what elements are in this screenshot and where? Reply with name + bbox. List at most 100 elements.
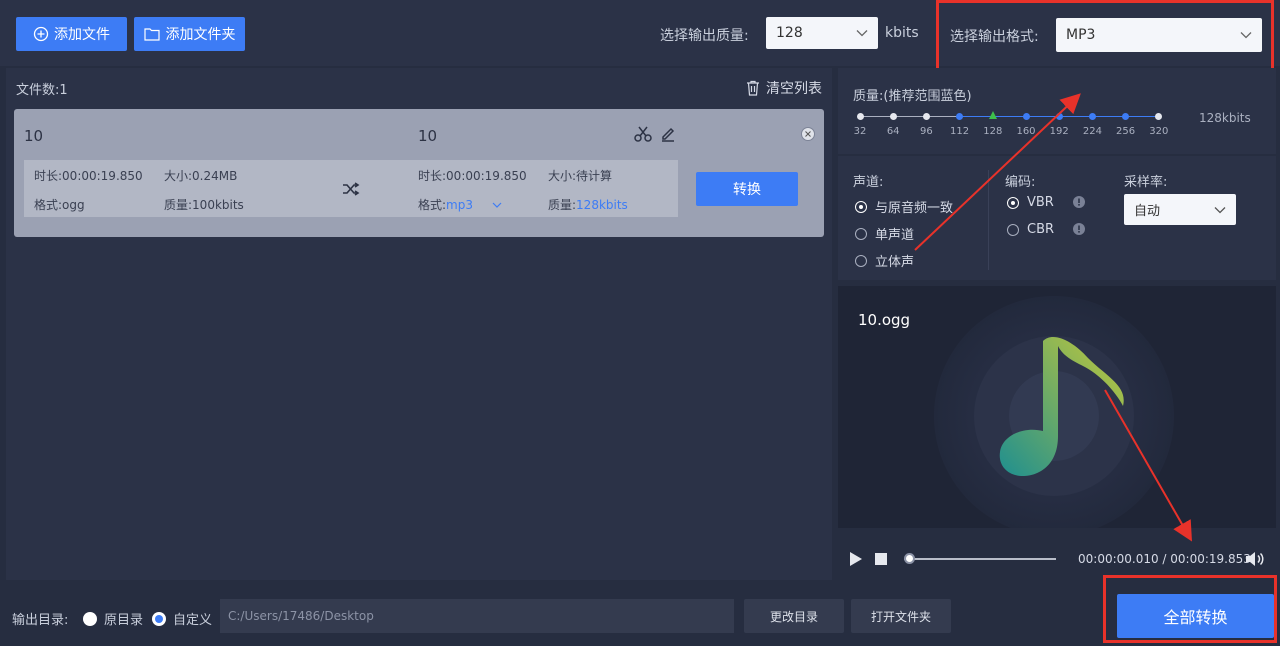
channel-title: 声道: — [853, 175, 884, 190]
convert-button[interactable]: 转换 — [696, 172, 798, 206]
slider-stop[interactable] — [1088, 112, 1096, 120]
output-path-field[interactable]: C:/Users/17486/Desktop — [220, 599, 734, 633]
quality-unit: kbits — [885, 25, 919, 41]
samplerate-select[interactable]: 自动 — [1124, 194, 1236, 225]
slider-stop[interactable] — [856, 112, 864, 120]
quality-label: 选择输出质量: — [660, 28, 749, 44]
output-option-custom[interactable]: 自定义 — [152, 609, 212, 628]
preview-filename: 10.ogg — [858, 311, 911, 329]
slider-tick-label: 96 — [920, 126, 933, 137]
encoding-option-cbr[interactable]: CBR — [1007, 222, 1054, 237]
remove-item-button[interactable] — [801, 127, 815, 141]
slider-tick-label: 320 — [1149, 126, 1169, 137]
volume-icon[interactable] — [1245, 551, 1265, 567]
quality-select-value: 128 — [776, 25, 803, 41]
radio-button-selected — [152, 611, 166, 626]
seekbar-track — [904, 558, 1056, 560]
slider-tick-label: 224 — [1082, 126, 1102, 137]
output-filename: 10 — [418, 127, 438, 145]
radio-button — [855, 200, 867, 213]
source-size: 大小:0.24MB — [164, 169, 238, 183]
slider-tick-label: 128 — [983, 126, 1003, 137]
source-duration: 时长:00:00:19.850 — [34, 169, 143, 183]
channel-option-label: 立体声 — [875, 255, 915, 270]
source-quality: 质量:100kbits — [164, 198, 244, 212]
add-file-button[interactable]: 添加文件 — [16, 17, 127, 51]
channel-option-mono[interactable]: 单声道 — [855, 224, 914, 243]
slider-tick-label: 32 — [853, 126, 867, 137]
channel-option-original[interactable]: 与原音频一致 — [855, 197, 953, 216]
source-format: 格式:ogg — [34, 198, 85, 212]
chevron-down-icon — [1214, 206, 1226, 213]
output-option-label: 原目录 — [104, 613, 144, 628]
open-folder-button[interactable]: 打开文件夹 — [851, 599, 951, 633]
folder-icon — [143, 28, 160, 41]
encoding-option-vbr[interactable]: VBR — [1007, 195, 1054, 210]
chevron-down-icon — [492, 202, 502, 208]
scissors-icon[interactable] — [634, 126, 652, 142]
edit-icon[interactable] — [660, 126, 676, 142]
output-format-label: 格式: — [418, 198, 447, 212]
slider-stop[interactable] — [956, 112, 964, 120]
output-size: 大小:待计算 — [548, 169, 613, 183]
slider-stop[interactable] — [889, 112, 897, 120]
playback-time: 00:00:00.010 / 00:00:19.853 — [1078, 552, 1251, 566]
clear-list-button[interactable]: 清空列表 — [746, 78, 822, 98]
output-path-value: C:/Users/17486/Desktop — [228, 609, 374, 623]
quality-range-title: 质量:(推荐范围蓝色) — [853, 89, 972, 104]
radio-dot — [155, 614, 163, 623]
slider-tick-label: 256 — [1116, 126, 1136, 137]
play-icon[interactable] — [849, 551, 863, 567]
annotation-box-convert-all — [1103, 575, 1277, 643]
plus-circle-icon — [33, 26, 49, 42]
slider-tick-label: 112 — [950, 126, 970, 137]
add-folder-label: 添加文件夹 — [165, 27, 236, 43]
convert-label: 转换 — [733, 182, 761, 198]
radio-button — [855, 227, 867, 240]
encoding-title: 编码: — [1005, 175, 1036, 190]
channel-option-label: 与原音频一致 — [875, 201, 954, 216]
add-folder-button[interactable]: 添加文件夹 — [134, 17, 245, 51]
slider-track-gray — [860, 116, 960, 117]
stop-button[interactable] — [875, 553, 887, 565]
chevron-down-icon — [856, 30, 868, 37]
slider-tick-label: 192 — [1049, 126, 1069, 137]
change-dir-button[interactable]: 更改目录 — [744, 599, 844, 633]
slider-stop[interactable] — [922, 112, 930, 120]
radio-button — [83, 611, 97, 626]
encoding-option-label: VBR — [1027, 195, 1054, 210]
slider-tick-label: 160 — [1016, 126, 1036, 137]
output-format[interactable]: 格式: mp3 — [418, 196, 502, 213]
output-quality-value: 128kbits — [576, 198, 628, 212]
output-quality-label: 质量: — [548, 198, 577, 212]
change-dir-label: 更改目录 — [769, 609, 818, 624]
radio-button — [1007, 223, 1019, 236]
clear-list-label: 清空列表 — [766, 81, 822, 97]
slider-stop[interactable] — [1155, 112, 1163, 120]
add-file-label: 添加文件 — [54, 27, 110, 43]
slider-stop[interactable] — [1055, 112, 1063, 120]
file-count: 文件数:1 — [16, 83, 68, 98]
slider-stop[interactable] — [1022, 112, 1030, 120]
slider-tick-label: 64 — [886, 126, 900, 137]
trash-icon — [747, 80, 759, 96]
output-dir-label: 输出目录: — [12, 613, 69, 628]
info-icon[interactable] — [1073, 223, 1085, 235]
slider-stop[interactable] — [988, 111, 997, 119]
channel-option-stereo[interactable]: 立体声 — [855, 251, 914, 270]
seekbar-handle[interactable] — [904, 553, 915, 564]
output-option-original[interactable]: 原目录 — [83, 609, 143, 628]
output-quality: 质量:128kbits — [548, 196, 628, 213]
divider — [988, 170, 989, 270]
info-icon[interactable] — [1073, 196, 1085, 208]
slider-stop[interactable] — [1122, 112, 1130, 120]
quality-select[interactable]: 128 — [766, 17, 878, 49]
channel-option-label: 单声道 — [875, 228, 915, 243]
output-option-label: 自定义 — [173, 613, 213, 628]
close-icon — [805, 131, 811, 137]
quality-current: 128kbits — [1199, 111, 1251, 125]
open-folder-label: 打开文件夹 — [870, 609, 931, 624]
playback-seekbar[interactable] — [904, 553, 1056, 565]
radio-button — [1007, 196, 1019, 209]
samplerate-title: 采样率: — [1124, 175, 1168, 190]
